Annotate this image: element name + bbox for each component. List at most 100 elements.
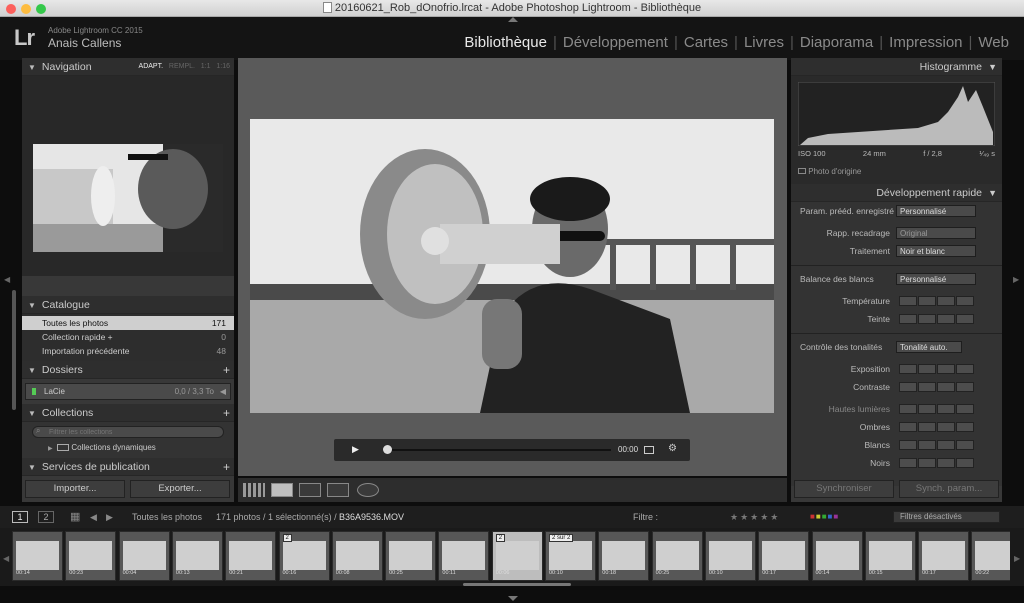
filmstrip-thumbnail[interactable]: 00:14 (811, 531, 863, 581)
bottom-panel-toggle-icon[interactable] (508, 596, 518, 601)
smart-collections[interactable]: ▶ Collections dynamiques (48, 443, 156, 452)
color-label-filter[interactable]: ■■■■■ (810, 506, 839, 528)
add-folder-icon[interactable]: + (223, 361, 230, 379)
tint-steppers[interactable] (899, 314, 975, 324)
histogram-header[interactable]: Histogramme ▼ (791, 58, 1002, 76)
catalogue-header[interactable]: ▼ Catalogue (22, 296, 234, 314)
folders-header[interactable]: ▼ Dossiers + (22, 361, 234, 379)
zoom-1-1[interactable]: 1:1 (201, 63, 211, 70)
right-panel-toggle-icon[interactable]: ▶ (1013, 275, 1019, 284)
source-label[interactable]: Toutes les photos (132, 506, 202, 528)
filmstrip-thumbnail[interactable]: 00:23 (65, 531, 117, 581)
minimize-window-button[interactable] (21, 4, 31, 14)
back-arrow-icon[interactable]: ◀ (90, 506, 97, 528)
survey-view-icon[interactable] (327, 483, 349, 497)
filmstrip-thumbnail[interactable]: 00:16 2 (278, 531, 330, 581)
main-screen-button[interactable]: 1 (12, 511, 28, 523)
filmstrip-thumbnail[interactable]: 00:18 (598, 531, 650, 581)
filmstrip-thumbnail[interactable]: 00:14 (12, 531, 63, 581)
volume-collapse-icon[interactable]: ◀ (220, 384, 226, 399)
folder-volume[interactable]: LaCie 0,0 / 3,3 To ◀ (25, 383, 231, 400)
module-print[interactable]: Impression (883, 34, 968, 51)
grid-view-icon[interactable] (243, 483, 265, 497)
selected-filename[interactable]: B36A9536.MOV (339, 506, 404, 528)
filmstrip-thumbnail[interactable]: 00:17 (918, 531, 970, 581)
filmstrip-thumbnail[interactable]: 00:11 (438, 531, 490, 581)
quick-develop-header[interactable]: Développement rapide ▼ (791, 184, 1002, 202)
sync-settings-button[interactable]: Synch. param... (899, 480, 999, 498)
filmstrip-thumbnail[interactable]: 00:10 (704, 531, 756, 581)
second-screen-button[interactable]: 2 (38, 511, 54, 523)
module-book[interactable]: Livres (738, 34, 790, 51)
gear-icon[interactable]: ⚙ (668, 443, 677, 454)
publish-header[interactable]: ▼ Services de publication + (22, 458, 234, 476)
white-balance-dropdown[interactable]: Personnalisé (896, 273, 976, 285)
zoom-fit[interactable]: ADAPT. (139, 63, 164, 70)
video-scrubber[interactable] (386, 449, 611, 451)
add-collection-icon[interactable]: + (223, 404, 230, 422)
stack-badge[interactable]: 2 (495, 534, 506, 542)
auto-tone-button[interactable]: Tonalité auto. (896, 341, 962, 353)
shadows-steppers[interactable] (899, 422, 975, 432)
stack-badge[interactable]: 2 (282, 534, 292, 542)
loupe-view-icon[interactable] (271, 483, 293, 497)
frame-icon[interactable] (644, 446, 654, 454)
star-filter[interactable]: ★★★★★ (730, 506, 780, 528)
sync-button[interactable]: Synchroniser (794, 480, 894, 498)
filmstrip-thumbnail[interactable]: 00:22 (971, 531, 1010, 581)
left-panel-scrollbar[interactable] (12, 290, 16, 410)
people-view-icon[interactable] (357, 483, 379, 497)
stack-badge[interactable]: 2 sur 2 (549, 534, 574, 542)
temperature-steppers[interactable] (899, 296, 975, 306)
whites-steppers[interactable] (899, 440, 975, 450)
catalogue-item-quick-collection[interactable]: Collection rapide +0 (22, 330, 234, 344)
forward-arrow-icon[interactable]: ▶ (106, 506, 113, 528)
top-panel-toggle-icon[interactable] (508, 17, 518, 22)
filmstrip-thumbnail[interactable]: 00:15 (864, 531, 916, 581)
zoom-1-16[interactable]: 1:16 (216, 63, 230, 70)
module-slideshow[interactable]: Diaporama (794, 34, 879, 51)
exposure-steppers[interactable] (899, 364, 975, 374)
compare-view-icon[interactable] (299, 483, 321, 497)
navigation-header[interactable]: ▼ Navigation ADAPT. REMPL. 1:1 1:16 (22, 58, 234, 76)
filmstrip-thumbnail[interactable]: 00:04 (118, 531, 170, 581)
left-panel-toggle-icon[interactable]: ◀ (4, 275, 10, 284)
module-web[interactable]: Web (972, 34, 1015, 51)
filmstrip-thumbnail[interactable]: 00:17 (758, 531, 810, 581)
close-window-button[interactable] (6, 4, 16, 14)
zoom-fill[interactable]: REMPL. (169, 63, 195, 70)
filmstrip-thumbnail[interactable]: 00:08 (331, 531, 383, 581)
grid-icon[interactable]: ▦ (70, 506, 80, 528)
collapse-triangle-icon[interactable]: ▼ (28, 63, 36, 72)
scrubber-handle[interactable] (383, 445, 392, 454)
zoom-window-button[interactable] (36, 4, 46, 14)
catalogue-item-previous-import[interactable]: Importation précédente 48 (22, 344, 234, 358)
filmstrip-thumbnail[interactable]: 00:21 (225, 531, 277, 581)
filter-preset-dropdown[interactable]: Filtres désactivés (893, 511, 1000, 523)
catalogue-item-all-photos[interactable]: Toutes les photos 171 (22, 316, 234, 330)
module-library[interactable]: Bibliothèque (458, 34, 553, 51)
navigator-preview[interactable] (22, 76, 234, 276)
treatment-dropdown[interactable]: Noir et blanc (896, 245, 976, 257)
preset-dropdown[interactable]: Personnalisé (896, 205, 976, 217)
loupe-view[interactable]: ▶ 00:00 ⚙ (238, 58, 787, 476)
blacks-steppers[interactable] (899, 458, 975, 468)
export-button[interactable]: Exporter... (130, 480, 230, 498)
filmstrip-thumbnail[interactable]: 00:10 2 sur 2 (545, 531, 596, 581)
play-icon[interactable]: ▶ (352, 444, 359, 455)
filmstrip-thumbnail[interactable]: 00:25 (651, 531, 703, 581)
import-button[interactable]: Importer... (25, 480, 125, 498)
filmstrip-thumbnail[interactable]: 00:06 2 (491, 531, 543, 581)
highlights-steppers[interactable] (899, 404, 975, 414)
contrast-steppers[interactable] (899, 382, 975, 392)
crop-dropdown[interactable]: Original (896, 227, 976, 239)
module-develop[interactable]: Développement (557, 34, 674, 51)
collection-filter-input[interactable] (32, 426, 224, 438)
filmstrip-thumbnail[interactable]: 00:13 (171, 531, 223, 581)
original-photo-toggle[interactable]: Photo d'origine (798, 167, 861, 176)
filmstrip-thumbnail[interactable]: 00:25 (385, 531, 437, 581)
add-publish-icon[interactable]: + (223, 458, 230, 476)
module-map[interactable]: Cartes (678, 34, 734, 51)
collections-header[interactable]: ▼ Collections + (22, 404, 234, 422)
filmstrip-scrollbar[interactable] (463, 583, 571, 586)
